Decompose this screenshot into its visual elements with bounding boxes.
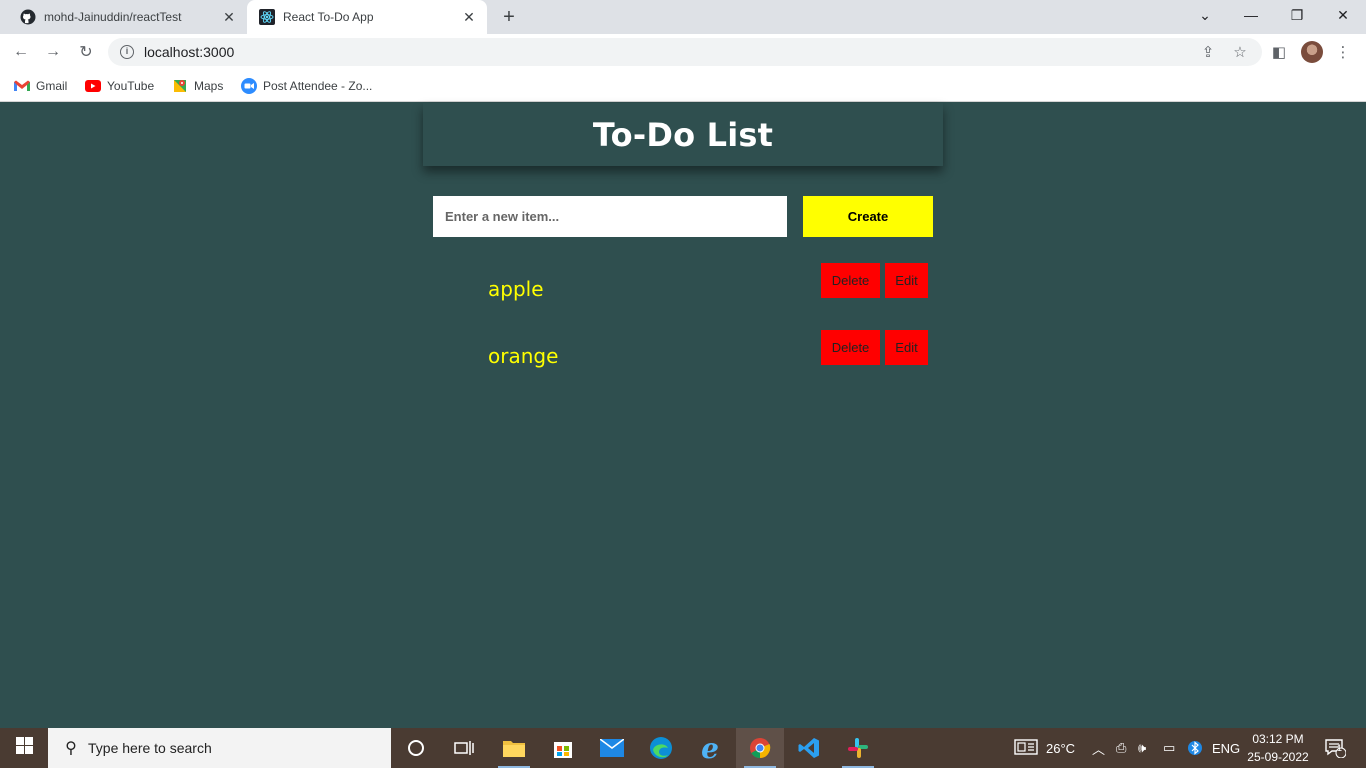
create-button[interactable]: Create: [803, 196, 933, 237]
todo-app-page: To-Do List Create apple Delete Edit oran…: [0, 103, 1366, 728]
header-bar: To-Do List: [423, 103, 943, 166]
gmail-icon: [14, 78, 30, 94]
forward-icon[interactable]: →: [42, 41, 64, 63]
reload-icon[interactable]: ↻: [75, 41, 97, 63]
start-button[interactable]: [0, 728, 48, 768]
windows-taskbar: ⚲ Type here to search e 26°C ︿ ⎙ �: [0, 728, 1366, 768]
taskbar-search-box[interactable]: ⚲ Type here to search: [48, 728, 391, 768]
windows-logo-icon: [15, 737, 33, 759]
slack-icon[interactable]: [834, 728, 882, 768]
browser-tab-bar: mohd-Jainuddin/reactTest ✕ React To-Do A…: [0, 0, 1366, 34]
maps-icon: [172, 78, 188, 94]
task-view-icon[interactable]: [440, 728, 488, 768]
clock-time: 03:12 PM: [1252, 732, 1304, 746]
delete-button[interactable]: Delete: [821, 330, 880, 365]
notification-count: 1: [1337, 743, 1343, 753]
todo-item: apple Delete Edit: [433, 263, 933, 307]
tab-title: mohd-Jainuddin/reactTest: [44, 10, 182, 24]
show-hidden-icons-icon[interactable]: ︿: [1092, 728, 1105, 768]
battery-icon[interactable]: ▭: [1163, 728, 1175, 768]
notification-center-icon[interactable]: 1: [1324, 728, 1346, 768]
edit-button[interactable]: Edit: [885, 330, 928, 365]
youtube-icon: [85, 78, 101, 94]
close-window-icon[interactable]: ✕: [1320, 0, 1366, 30]
bookmarks-bar: Gmail YouTube Maps Post Attendee - Zo...: [0, 70, 1366, 102]
tab-search-icon[interactable]: ⌄: [1182, 0, 1228, 30]
chrome-icon[interactable]: [736, 728, 784, 768]
meet-now-icon[interactable]: ⎙: [1116, 728, 1126, 768]
weather-icon: [1014, 738, 1038, 758]
system-clock[interactable]: 03:12 PM 25-09-2022: [1243, 730, 1313, 766]
site-info-icon[interactable]: i: [120, 45, 134, 59]
todo-item: orange Delete Edit: [433, 330, 933, 374]
bookmark-label: Maps: [194, 79, 224, 93]
close-tab-icon[interactable]: ✕: [221, 9, 237, 25]
menu-kebab-icon[interactable]: ⋮: [1333, 42, 1353, 62]
edit-button[interactable]: Edit: [885, 263, 928, 298]
bookmark-youtube[interactable]: YouTube: [85, 76, 154, 96]
page-title: To-Do List: [592, 115, 774, 154]
bookmark-label: Post Attendee - Zo...: [263, 79, 373, 93]
github-icon: [20, 9, 36, 25]
bookmark-zoom[interactable]: Post Attendee - Zo...: [241, 76, 372, 96]
microsoft-store-icon[interactable]: [539, 728, 587, 768]
edge-icon[interactable]: [637, 728, 685, 768]
restore-icon[interactable]: ❐: [1274, 0, 1320, 30]
weather-temp: 26°C: [1046, 740, 1076, 756]
close-tab-icon[interactable]: ✕: [461, 9, 477, 25]
new-tab-icon[interactable]: +: [498, 6, 520, 28]
internet-explorer-icon[interactable]: e: [686, 728, 734, 768]
bookmark-maps[interactable]: Maps: [172, 76, 223, 96]
file-explorer-icon[interactable]: [490, 728, 538, 768]
bookmark-star-icon[interactable]: ☆: [1230, 42, 1250, 62]
vscode-icon[interactable]: [785, 728, 833, 768]
language-indicator[interactable]: ENG: [1212, 728, 1240, 768]
weather-widget[interactable]: 26°C: [1014, 728, 1075, 768]
url-text: localhost:3000: [144, 44, 235, 60]
clock-date: 25-09-2022: [1247, 750, 1309, 764]
share-icon[interactable]: ⇪: [1198, 42, 1218, 62]
bookmark-label: Gmail: [36, 79, 68, 93]
tab-react-todo[interactable]: React To-Do App ✕: [247, 0, 487, 34]
react-icon: [259, 9, 275, 25]
back-icon[interactable]: ←: [10, 41, 32, 63]
search-placeholder: Type here to search: [88, 740, 212, 756]
tab-github[interactable]: mohd-Jainuddin/reactTest ✕: [0, 0, 247, 34]
side-panel-icon[interactable]: ◧: [1269, 42, 1289, 62]
bluetooth-icon[interactable]: [1188, 728, 1202, 768]
delete-button[interactable]: Delete: [821, 263, 880, 298]
browser-toolbar: ← → ↻ i localhost:3000 ⇪ ☆ ◧ ⋮: [0, 34, 1366, 70]
bookmark-label: YouTube: [107, 79, 155, 93]
profile-avatar[interactable]: [1301, 41, 1323, 63]
todo-item-text: apple: [488, 277, 544, 301]
todo-item-text: orange: [488, 344, 559, 368]
bookmark-gmail[interactable]: Gmail: [14, 76, 67, 96]
minimize-icon[interactable]: —: [1228, 0, 1274, 30]
address-bar[interactable]: i localhost:3000: [108, 38, 1262, 66]
cortana-icon[interactable]: [392, 728, 440, 768]
volume-icon[interactable]: 🕪: [1138, 728, 1146, 768]
search-icon: ⚲: [65, 740, 77, 757]
tab-title: React To-Do App: [283, 10, 374, 24]
zoom-icon: [241, 78, 257, 94]
mail-icon[interactable]: [588, 728, 636, 768]
new-item-input[interactable]: [433, 196, 787, 237]
